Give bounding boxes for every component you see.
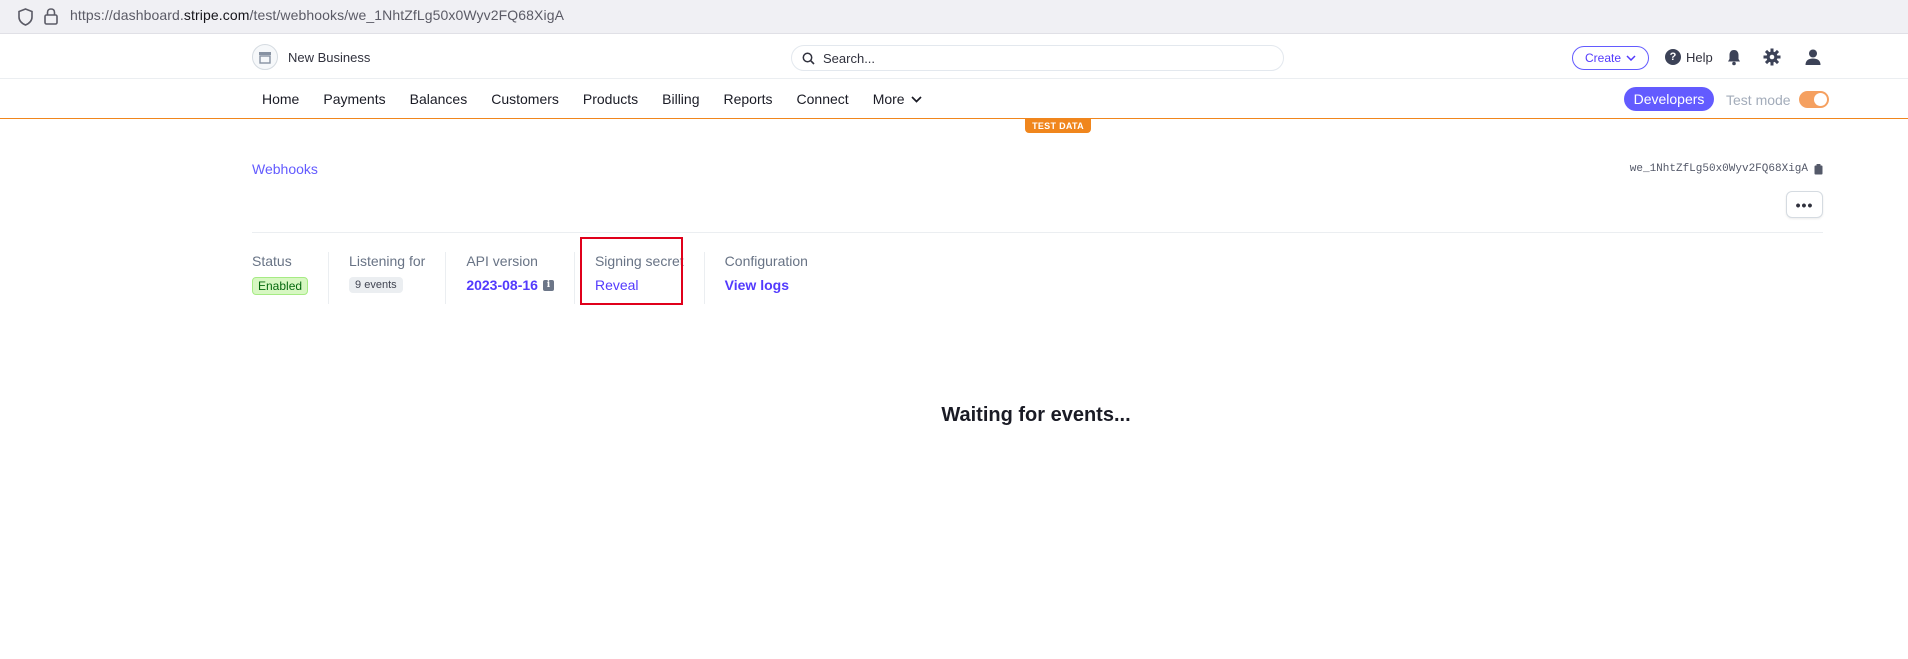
shield-icon[interactable] <box>17 7 34 27</box>
configuration-label: Configuration <box>724 253 808 269</box>
test-mode-control: Test mode <box>1726 91 1829 108</box>
top-header: New Business Create ? Help <box>0 35 1908 79</box>
fact-status: Status Enabled <box>252 252 328 304</box>
divider <box>252 232 1823 233</box>
clipboard-icon[interactable] <box>1814 163 1823 175</box>
waiting-message: Waiting for events... <box>941 404 1131 426</box>
create-button[interactable]: Create <box>1572 46 1649 70</box>
api-version-label: API version <box>466 253 538 269</box>
search-input[interactable] <box>823 50 1243 66</box>
test-mode-label: Test mode <box>1726 91 1791 108</box>
webhook-details: Status Enabled Listening for 9 events AP… <box>252 252 828 304</box>
view-logs-link[interactable]: View logs <box>725 277 789 293</box>
test-data-badge: TEST DATA <box>1025 119 1091 133</box>
nav-more[interactable]: More <box>873 91 922 107</box>
toggle-knob <box>1813 93 1827 106</box>
nav-items: Home Payments Balances Customers Product… <box>262 91 946 107</box>
test-mode-toggle[interactable] <box>1798 91 1829 108</box>
url-text[interactable]: https://dashboard.stripe.com/test/webhoo… <box>70 7 564 23</box>
fact-configuration: Configuration View logs <box>703 252 828 304</box>
highlight-box <box>580 237 683 305</box>
account-switcher[interactable]: New Business <box>252 44 370 70</box>
status-badge: Enabled <box>252 277 309 295</box>
listening-label: Listening for <box>349 253 426 269</box>
gear-icon[interactable] <box>1763 48 1781 66</box>
account-name: New Business <box>288 49 371 65</box>
store-icon <box>252 44 278 70</box>
api-version-link[interactable]: 2023-08-16 <box>466 277 538 293</box>
search-box[interactable] <box>791 45 1284 71</box>
nav-connect[interactable]: Connect <box>797 91 849 107</box>
fact-api-version: API version 2023-08-16 i <box>445 252 574 304</box>
webhook-id: we_1NhtZfLg50x0Wyv2FQ68XigA <box>1630 163 1823 175</box>
search-icon <box>802 52 815 65</box>
webhook-id-text: we_1NhtZfLg50x0Wyv2FQ68XigA <box>1629 163 1808 175</box>
help-button[interactable]: ? Help <box>1665 49 1713 65</box>
nav-products[interactable]: Products <box>583 91 638 107</box>
nav-reports[interactable]: Reports <box>724 91 773 107</box>
help-icon: ? <box>1665 49 1681 65</box>
chevron-down-icon <box>910 95 922 103</box>
info-icon[interactable]: i <box>542 279 554 291</box>
breadcrumb-webhooks[interactable]: Webhooks <box>252 161 318 177</box>
developers-button[interactable]: Developers <box>1624 87 1714 111</box>
status-label: Status <box>252 253 292 269</box>
user-icon[interactable] <box>1804 48 1822 66</box>
nav-billing[interactable]: Billing <box>662 91 699 107</box>
nav-home[interactable]: Home <box>262 91 299 107</box>
nav-more-label: More <box>872 91 905 107</box>
events-count-badge[interactable]: 9 events <box>349 277 403 293</box>
browser-url-bar: https://dashboard.stripe.com/test/webhoo… <box>0 0 1908 34</box>
more-actions-button[interactable]: ••• <box>1786 191 1823 218</box>
nav-customers[interactable]: Customers <box>491 91 559 107</box>
nav-payments[interactable]: Payments <box>323 91 385 107</box>
nav-balances[interactable]: Balances <box>410 91 468 107</box>
chevron-down-icon <box>1626 55 1636 61</box>
lock-icon[interactable] <box>43 6 59 26</box>
bell-icon[interactable] <box>1725 48 1743 66</box>
main-nav: Home Payments Balances Customers Product… <box>0 80 1908 119</box>
fact-listening: Listening for 9 events <box>328 252 445 304</box>
